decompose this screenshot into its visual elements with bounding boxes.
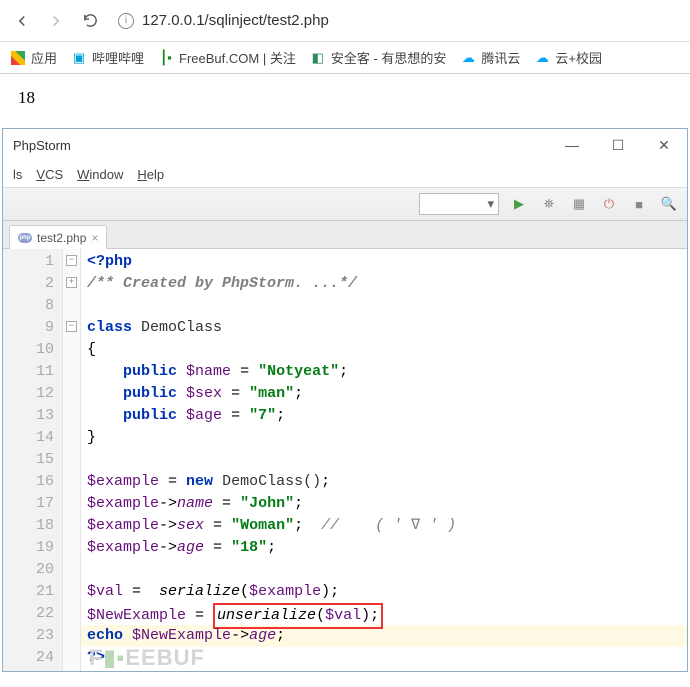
stop-button[interactable]: ■: [629, 194, 649, 214]
back-button[interactable]: [8, 7, 36, 35]
fold-toggle[interactable]: −: [66, 321, 77, 332]
window-controls: — ☐ ✕: [549, 129, 687, 161]
cloud-icon: ☁: [534, 50, 550, 66]
cloud-icon: ☁: [460, 50, 476, 66]
browser-nav-bar: i 127.0.0.1/sqlinject/test2.php: [0, 0, 690, 42]
php-file-icon: php: [18, 233, 32, 243]
bookmark-cloud-campus[interactable]: ☁ 云+校园: [534, 48, 602, 67]
url-text: 127.0.0.1/sqlinject/test2.php: [142, 12, 329, 29]
site-info-icon[interactable]: i: [118, 13, 134, 29]
fold-column: − + −: [63, 249, 81, 671]
apps-icon: [10, 50, 26, 66]
maximize-button[interactable]: ☐: [595, 129, 641, 161]
phpstorm-window: PhpStorm — ☐ ✕ ls VCS Window Help ▾ ▶ ⛯ …: [2, 128, 688, 672]
search-button[interactable]: 🔍: [659, 194, 679, 214]
editor-tabs: php test2.php ×: [3, 221, 687, 249]
code-area[interactable]: <?php /** Created by PhpStorm. ...*/ cla…: [81, 249, 687, 671]
bookmarks-bar: 应用 ▣ 哔哩哔哩 ⎮▪ FreeBuf.COM | 关注 ◧ 安全客 - 有思…: [0, 42, 690, 74]
fold-toggle[interactable]: +: [66, 277, 77, 288]
freebuf-icon: ⎮▪: [158, 50, 174, 66]
titlebar[interactable]: PhpStorm — ☐ ✕: [3, 129, 687, 161]
menu-window[interactable]: Window: [71, 165, 129, 184]
fold-toggle[interactable]: −: [66, 255, 77, 266]
forward-button[interactable]: [42, 7, 70, 35]
bookmark-freebuf[interactable]: ⎮▪ FreeBuf.COM | 关注: [158, 48, 296, 67]
close-button[interactable]: ✕: [641, 129, 687, 161]
tab-test2php[interactable]: php test2.php ×: [9, 225, 107, 249]
menu-help[interactable]: Help: [131, 165, 170, 184]
bookmark-bilibili[interactable]: ▣ 哔哩哔哩: [71, 48, 144, 67]
page-body-output: 18: [0, 74, 690, 122]
menu-tools[interactable]: ls: [7, 165, 28, 184]
run-button[interactable]: ▶: [509, 194, 529, 214]
bookmark-tencent-cloud[interactable]: ☁ 腾讯云: [460, 48, 520, 67]
stop-listen-button[interactable]: ⏻: [599, 194, 619, 214]
window-title: PhpStorm: [13, 138, 71, 153]
minimize-button[interactable]: —: [549, 129, 595, 161]
coverage-button[interactable]: ▦: [569, 194, 589, 214]
bilibili-icon: ▣: [71, 50, 87, 66]
tab-close-icon[interactable]: ×: [91, 231, 98, 245]
address-bar[interactable]: i 127.0.0.1/sqlinject/test2.php: [110, 6, 682, 36]
toolbar: ▾ ▶ ⛯ ▦ ⏻ ■ 🔍: [3, 187, 687, 221]
debug-button[interactable]: ⛯: [539, 194, 559, 214]
bookmark-anquanke[interactable]: ◧ 安全客 - 有思想的安: [310, 48, 447, 67]
line-gutter: 1 2 8 9 10 11 12 13 14 15 16 17 18 19 20…: [3, 249, 63, 671]
code-editor[interactable]: 1 2 8 9 10 11 12 13 14 15 16 17 18 19 20…: [3, 249, 687, 671]
run-config-dropdown[interactable]: ▾: [419, 193, 499, 215]
menu-vcs[interactable]: VCS: [30, 165, 69, 184]
reload-button[interactable]: [76, 7, 104, 35]
bookmark-apps[interactable]: 应用: [10, 48, 57, 67]
anquanke-icon: ◧: [310, 50, 326, 66]
menubar: ls VCS Window Help: [3, 161, 687, 187]
